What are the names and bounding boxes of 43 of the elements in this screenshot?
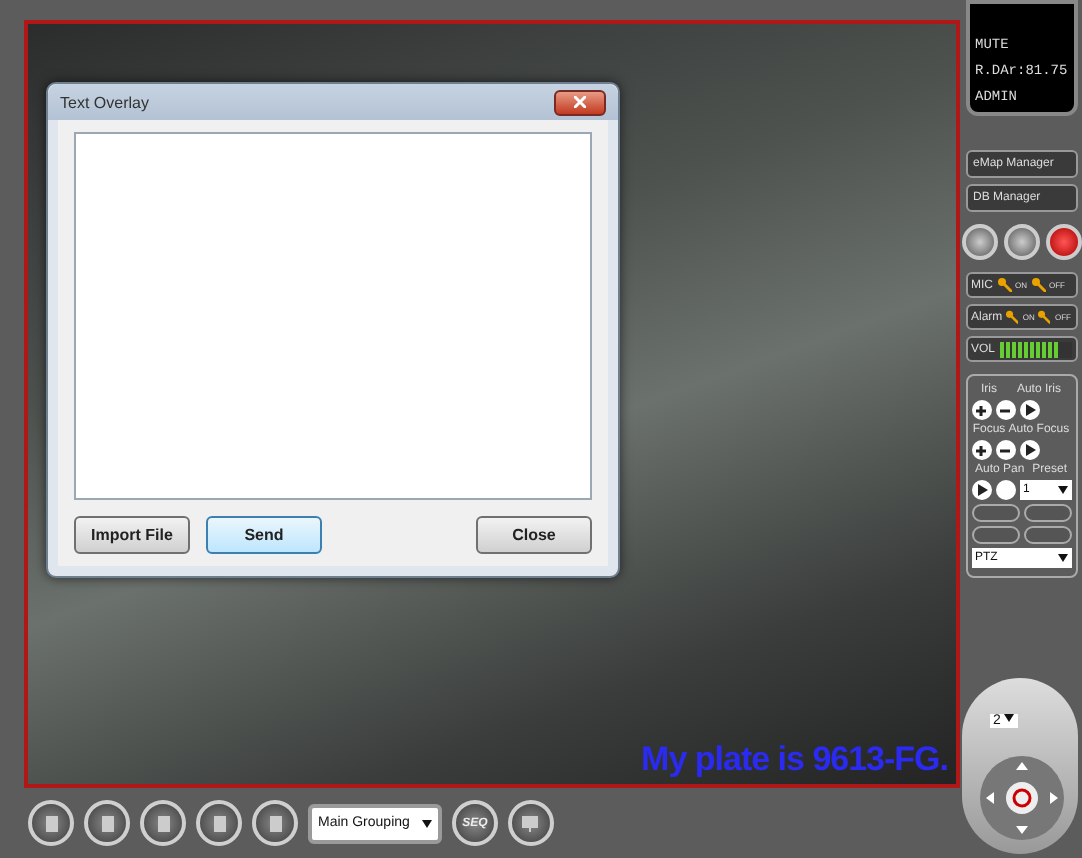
toolbar-button[interactable] <box>196 800 242 846</box>
play-icon <box>1023 404 1035 416</box>
dialog-title: Text Overlay <box>60 93 149 111</box>
toolbar-button[interactable] <box>28 800 74 846</box>
overlay-text: My plate is 9613-FG. <box>641 740 948 780</box>
stop-button[interactable] <box>995 480 1015 500</box>
plus-icon <box>974 443 988 457</box>
dialog-button[interactable]: Import File <box>74 516 190 554</box>
play-button[interactable] <box>1019 400 1039 420</box>
preset-button[interactable] <box>971 526 1019 544</box>
plus-button[interactable] <box>971 400 991 420</box>
key-icon <box>1038 310 1051 324</box>
toolbar-button[interactable] <box>140 800 186 846</box>
direction-pad[interactable] <box>977 754 1065 842</box>
toolbar-button[interactable] <box>84 800 130 846</box>
play-icon <box>1023 444 1035 456</box>
dial-knob[interactable] <box>1045 224 1081 260</box>
play-icon <box>975 484 987 496</box>
key-icon <box>997 278 1011 292</box>
minus-button[interactable] <box>995 440 1015 460</box>
toolbar-button[interactable] <box>507 800 554 846</box>
caret-icon <box>421 819 432 827</box>
monitor-icon <box>520 813 541 833</box>
close-button[interactable] <box>554 89 606 115</box>
dialog-button[interactable]: Send <box>206 516 322 554</box>
play-button[interactable] <box>971 480 991 500</box>
dial-knob[interactable] <box>961 224 997 260</box>
preset-button[interactable] <box>1023 504 1071 522</box>
text-input[interactable] <box>74 132 592 500</box>
close-icon <box>574 96 586 108</box>
dial-knob[interactable] <box>1003 224 1039 260</box>
toolbar-button[interactable] <box>252 800 298 846</box>
caret-icon <box>1057 486 1067 494</box>
dialog-button[interactable]: Close <box>476 516 592 554</box>
plus-button[interactable] <box>971 440 991 460</box>
play-button[interactable] <box>1019 440 1039 460</box>
plus-icon <box>974 403 988 417</box>
caret-icon <box>1004 714 1015 722</box>
preset-button[interactable] <box>1023 526 1071 544</box>
key-icon <box>1006 310 1019 324</box>
minus-button[interactable] <box>995 400 1015 420</box>
caret-icon <box>1057 554 1067 562</box>
key-icon <box>1031 278 1045 292</box>
